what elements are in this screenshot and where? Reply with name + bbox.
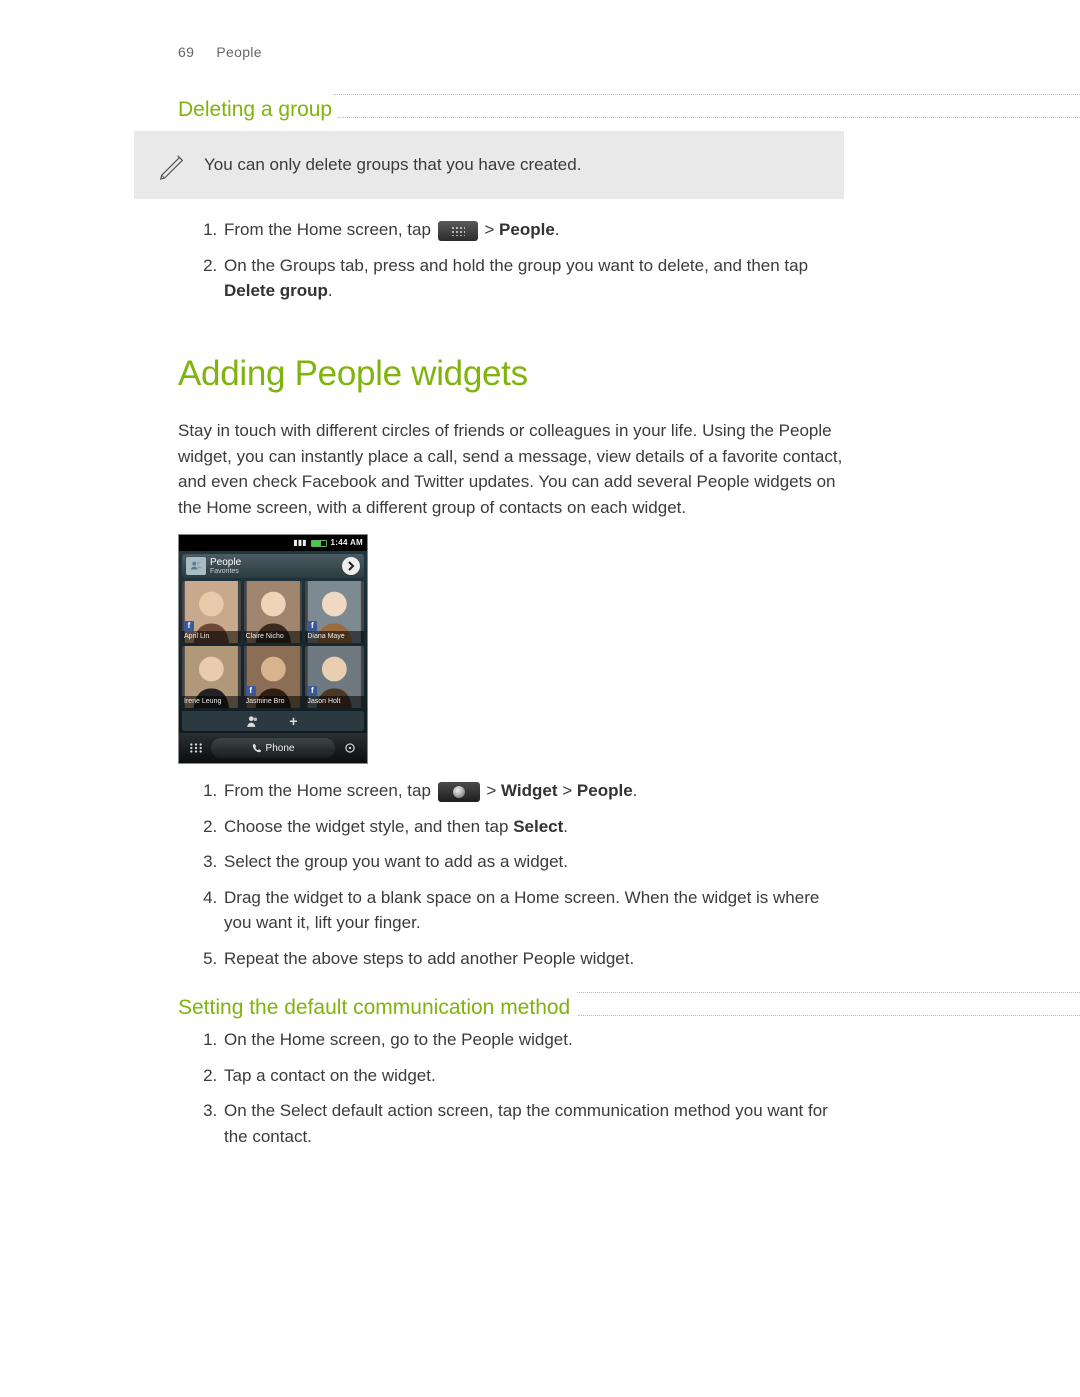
- signal-icon: ▮▮▮: [293, 537, 306, 549]
- list-item: Drag the widget to a blank space on a Ho…: [222, 885, 843, 936]
- widget-steps: From the Home screen, tap > Widget > Peo…: [178, 778, 843, 971]
- list-item: From the Home screen, tap > Widget > Peo…: [222, 778, 843, 804]
- group-icon: [233, 711, 273, 731]
- step-text: Repeat the above steps to add another Pe…: [224, 949, 634, 968]
- step-text: On the Select default action screen, tap…: [224, 1101, 828, 1146]
- list-item: Choose the widget style, and then tap Se…: [222, 814, 843, 840]
- subheading-deleting-group: Deleting a group: [178, 91, 1080, 119]
- contact-cell: Irene Leung: [182, 646, 241, 708]
- subheading-text: Setting the default communication method: [178, 989, 576, 1027]
- facebook-badge-icon: f: [307, 686, 317, 696]
- page-header: 69 People: [0, 0, 1080, 63]
- plus-icon: +: [274, 711, 314, 731]
- bold-term: Widget: [501, 781, 558, 800]
- step-text: >: [486, 781, 501, 800]
- note-text: You can only delete groups that you have…: [204, 152, 581, 178]
- contact-cell: Claire Nicho: [244, 581, 303, 643]
- phone-dock-button: Phone: [211, 738, 335, 758]
- apps-grid-icon: [438, 221, 478, 241]
- bold-term: Delete group: [224, 281, 328, 300]
- default-method-steps: On the Home screen, go to the People wid…: [178, 1027, 843, 1149]
- pencil-icon: [156, 149, 188, 181]
- step-text: .: [633, 781, 638, 800]
- step-text: .: [563, 817, 568, 836]
- intro-paragraph: Stay in touch with different circles of …: [178, 418, 843, 520]
- list-item: Select the group you want to add as a wi…: [222, 849, 843, 875]
- step-text: .: [328, 281, 333, 300]
- step-text: .: [555, 220, 560, 239]
- list-item: On the Select default action screen, tap…: [222, 1098, 843, 1149]
- facebook-badge-icon: f: [246, 686, 256, 696]
- widget-subtitle: Favorites: [210, 568, 338, 575]
- personalize-icon: [438, 782, 480, 802]
- facebook-badge-icon: f: [307, 621, 317, 631]
- step-text: From the Home screen, tap: [224, 220, 436, 239]
- chevron-right-icon: [342, 557, 360, 575]
- widget-title: People: [210, 558, 338, 568]
- step-text: On the Groups tab, press and hold the gr…: [224, 256, 808, 275]
- list-item: Tap a contact on the widget.: [222, 1063, 843, 1089]
- contact-cell: f April Lin: [182, 581, 241, 643]
- step-text: Tap a contact on the widget.: [224, 1066, 436, 1085]
- people-icon: [186, 557, 206, 575]
- dock-phone-label: Phone: [266, 741, 295, 756]
- heading-adding-widgets: Adding People widgets: [178, 348, 902, 401]
- list-item: On the Groups tab, press and hold the gr…: [222, 253, 843, 304]
- step-text: From the Home screen, tap: [224, 781, 436, 800]
- status-time: 1:44 AM: [331, 537, 363, 549]
- list-item: From the Home screen, tap > People.: [222, 217, 843, 243]
- page-number: 69: [178, 44, 194, 60]
- contact-name: Jasmine Bro: [244, 696, 303, 709]
- contact-name: Claire Nicho: [244, 631, 303, 644]
- bold-term: People: [577, 781, 633, 800]
- list-item: Repeat the above steps to add another Pe…: [222, 946, 843, 972]
- bold-term: Select: [513, 817, 563, 836]
- people-widget-header: People Favorites: [182, 554, 364, 578]
- step-text: >: [484, 220, 499, 239]
- step-text: Drag the widget to a blank space on a Ho…: [224, 888, 819, 933]
- contact-name: Jason Holt: [305, 696, 364, 709]
- bold-term: People: [499, 220, 555, 239]
- list-item: On the Home screen, go to the People wid…: [222, 1027, 843, 1053]
- subheading-text: Deleting a group: [178, 91, 332, 129]
- step-text: On the Home screen, go to the People wid…: [224, 1030, 573, 1049]
- apps-grid-icon: [187, 741, 205, 755]
- status-bar: ▮▮▮ 1:44 AM: [179, 535, 367, 551]
- deleting-steps: From the Home screen, tap > People. On t…: [178, 217, 843, 304]
- contacts-grid: f April Lin Claire Nicho f Diana Maye Ir…: [182, 581, 364, 708]
- step-text: Choose the widget style, and then tap: [224, 817, 513, 836]
- step-text: >: [558, 781, 577, 800]
- contact-name: Irene Leung: [182, 696, 241, 709]
- personalize-icon: [341, 741, 359, 755]
- note-box: You can only delete groups that you have…: [134, 131, 844, 199]
- subheading-default-method: Setting the default communication method: [178, 989, 1080, 1017]
- contact-cell: f Jason Holt: [305, 646, 364, 708]
- section-name: People: [216, 44, 261, 60]
- step-text: Select the group you want to add as a wi…: [224, 852, 568, 871]
- battery-icon: [311, 540, 327, 547]
- contact-name: April Lin: [182, 631, 241, 644]
- contact-cell: f Diana Maye: [305, 581, 364, 643]
- widget-footer: +: [182, 711, 364, 731]
- contact-cell: f Jasmine Bro: [244, 646, 303, 708]
- dock-bar: Phone: [179, 733, 367, 763]
- facebook-badge-icon: f: [184, 621, 194, 631]
- phone-screenshot: ▮▮▮ 1:44 AM People Favorites f April Lin: [178, 534, 368, 764]
- contact-name: Diana Maye: [305, 631, 364, 644]
